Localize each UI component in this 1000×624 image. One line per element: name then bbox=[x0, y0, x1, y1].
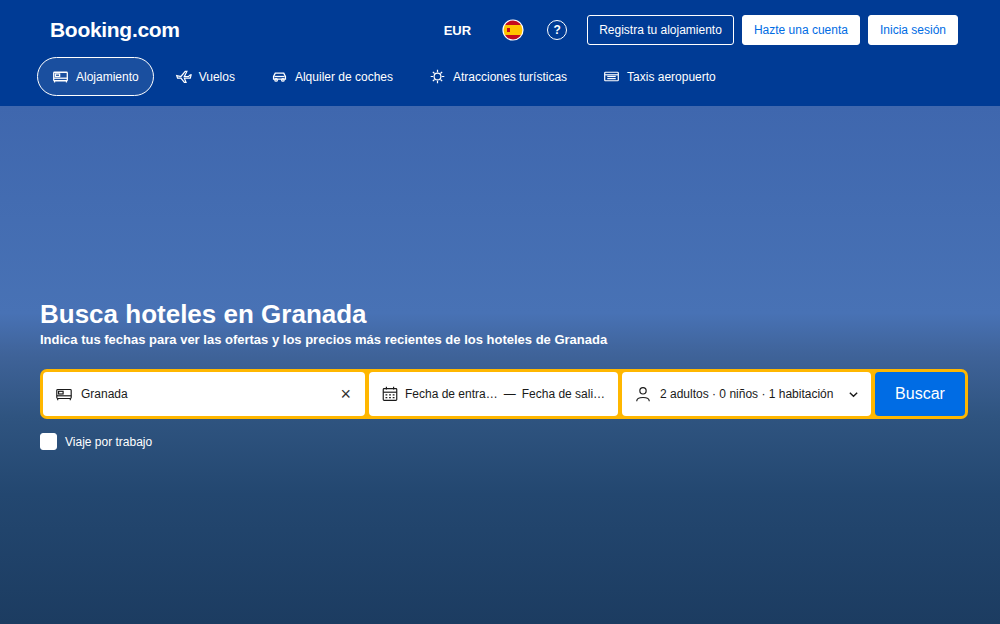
chevron-down-icon bbox=[848, 389, 859, 400]
calendar-icon bbox=[381, 385, 399, 403]
header-button[interactable]: Inicia sesión bbox=[868, 15, 958, 45]
search-bar: Granada × Fecha de entra… — Fecha de sali… 2 … bbox=[40, 369, 968, 419]
bed-icon bbox=[52, 68, 69, 85]
destination-value[interactable]: Granada bbox=[81, 387, 330, 401]
person-icon bbox=[634, 385, 652, 403]
hero-title: Busca hoteles en Granada bbox=[40, 298, 1000, 330]
nav-item[interactable]: Taxis aeropuerto bbox=[588, 57, 731, 96]
bed-icon bbox=[55, 385, 73, 403]
clear-button[interactable]: × bbox=[338, 384, 353, 405]
hero: Busca hoteles en Granada Indica tus fecha… bbox=[0, 106, 1000, 624]
nav-item[interactable]: Alojamiento bbox=[37, 57, 154, 96]
spain-flag-icon[interactable] bbox=[501, 18, 525, 42]
nav-item[interactable]: Vuelos bbox=[160, 57, 250, 96]
nav-item[interactable]: Atracciones turísticas bbox=[414, 57, 582, 96]
currency-button[interactable]: EUR bbox=[432, 23, 483, 38]
guests-field[interactable]: 2 adultos · 0 niños · 1 habitación bbox=[622, 372, 871, 416]
checkin-field[interactable]: Fecha de entra… bbox=[405, 387, 498, 401]
hero-subtitle: Indica tus fechas para ver las ofertas y… bbox=[40, 332, 1000, 347]
destination-field[interactable]: Granada × bbox=[43, 372, 365, 416]
top-actions: EUR? Registra tu alojamiento Hazte una cue… bbox=[432, 15, 958, 45]
help-button[interactable]: ? bbox=[547, 20, 567, 40]
header-button[interactable]: Registra tu alojamiento bbox=[587, 15, 734, 45]
top-bar: Booking.com EUR? Registra tu alojamiento Ha… bbox=[0, 0, 1000, 46]
checkout-field[interactable]: Fecha de sali… bbox=[522, 387, 605, 401]
header: Booking.com EUR? Registra tu alojamiento Ha… bbox=[0, 0, 1000, 106]
hero-content: Busca hoteles en Granada Indica tus fecha… bbox=[0, 106, 1000, 454]
dates-field[interactable]: Fecha de entra… — Fecha de sali… bbox=[369, 372, 618, 416]
business-trip-checkbox[interactable]: Viaje por trabajo bbox=[40, 433, 152, 450]
plane-icon bbox=[175, 68, 192, 85]
logo[interactable]: Booking.com bbox=[50, 18, 180, 42]
attraction-icon bbox=[429, 68, 446, 85]
car-icon bbox=[271, 68, 288, 85]
nav-bar: AlojamientoVuelosAlquiler de cochesAtrac… bbox=[0, 46, 1000, 96]
page: Booking.com EUR? Registra tu alojamiento Ha… bbox=[0, 0, 1000, 624]
checkbox[interactable] bbox=[40, 433, 57, 450]
hero-photo bbox=[0, 106, 1000, 624]
date-separator: — bbox=[504, 387, 516, 401]
header-button[interactable]: Hazte una cuenta bbox=[742, 15, 860, 45]
taxi-icon bbox=[603, 68, 620, 85]
nav-item[interactable]: Alquiler de coches bbox=[256, 57, 408, 96]
search-button[interactable]: Buscar bbox=[875, 372, 965, 416]
